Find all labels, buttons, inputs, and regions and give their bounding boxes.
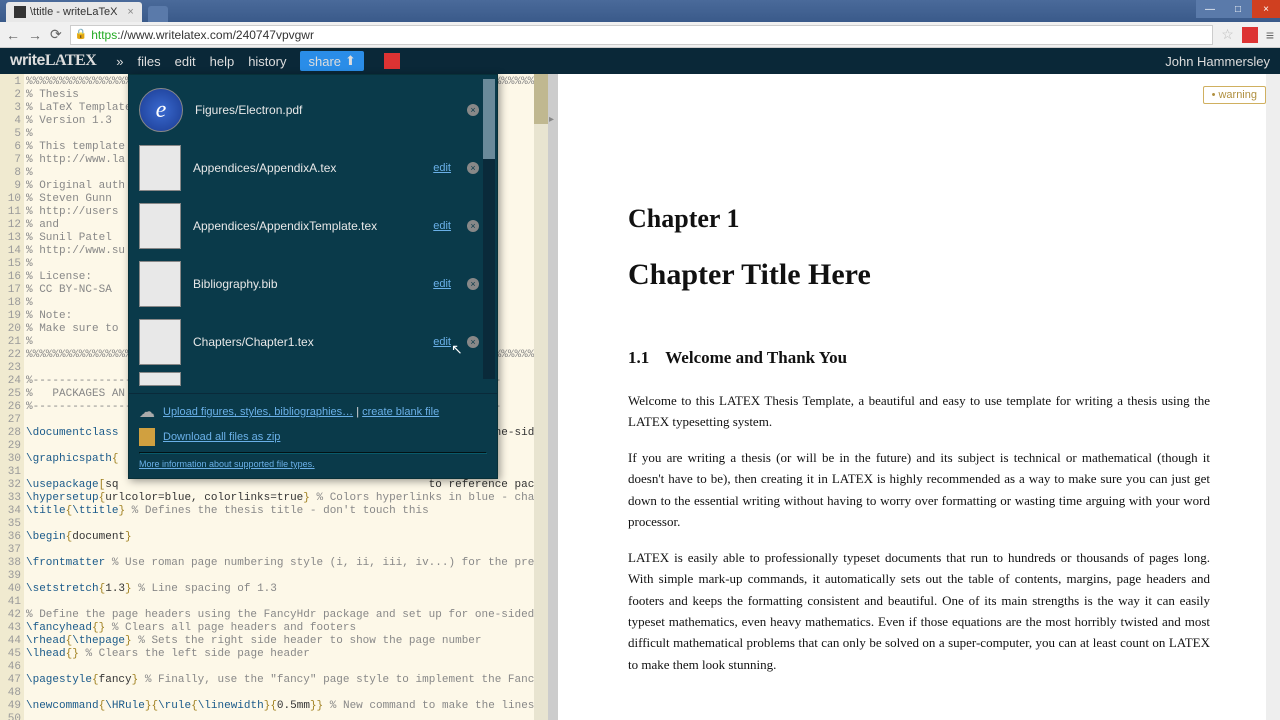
preview-scrollbar[interactable]: [1266, 74, 1280, 720]
file-row[interactable]: [139, 371, 479, 387]
body-text: Welcome to this LATEX Thesis Template, a…: [628, 390, 1210, 675]
upload-cloud-icon: ☁: [139, 402, 155, 422]
url-path: ://www.writelatex.com/240747vpvgwr: [117, 28, 314, 42]
browser-tab-strip: \ttitle - writeLaTeX × — □ ×: [0, 0, 1280, 22]
window-maximize-button[interactable]: □: [1224, 0, 1252, 18]
file-name: Bibliography.bib: [193, 277, 421, 291]
chapter-number: Chapter 1: [628, 204, 1210, 234]
document-thumb-icon: [139, 145, 181, 191]
document-thumb-icon: [139, 372, 181, 386]
bookmark-star-icon[interactable]: ☆: [1221, 26, 1234, 43]
file-name: Chapters/Chapter1.tex: [193, 335, 421, 349]
menu-history[interactable]: history: [248, 54, 286, 69]
share-arrow-icon: ⬆: [345, 53, 356, 69]
document-thumb-icon: [139, 261, 181, 307]
section-title-text: Welcome and Thank You: [665, 348, 847, 367]
upload-link[interactable]: Upload figures, styles, bibliographies…: [163, 406, 353, 418]
editor-scrollbar[interactable]: [534, 74, 548, 720]
app-header: writeLATEX » files edit help history sha…: [0, 48, 1280, 74]
logo[interactable]: writeLATEX: [10, 52, 96, 70]
url-protocol: https: [91, 28, 117, 42]
file-delete-icon[interactable]: ×: [467, 220, 479, 232]
address-bar: ← → ⟳ 🔒 https://www.writelatex.com/24074…: [0, 22, 1280, 48]
files-scrollbar[interactable]: [483, 79, 495, 379]
browser-tab[interactable]: \ttitle - writeLaTeX ×: [6, 2, 142, 22]
file-delete-icon[interactable]: ×: [467, 162, 479, 174]
file-edit-link[interactable]: edit: [433, 220, 451, 232]
back-button[interactable]: ←: [6, 27, 20, 43]
file-delete-icon[interactable]: ×: [467, 336, 479, 348]
menu-edit[interactable]: edit: [175, 54, 196, 69]
url-input[interactable]: 🔒 https://www.writelatex.com/240747vpvgw…: [70, 25, 1214, 45]
files-list: Figures/Electron.pdf×Appendices/Appendix…: [129, 75, 497, 393]
files-footer: ☁ Upload figures, styles, bibliographies…: [129, 393, 497, 478]
menu-icon[interactable]: ≡: [1266, 27, 1274, 43]
paragraph: LATEX is easily able to professionally t…: [628, 547, 1210, 676]
share-button[interactable]: share ⬆: [300, 51, 363, 71]
file-row[interactable]: Appendices/AppendixA.tex edit ×: [139, 139, 479, 197]
paragraph: Welcome to this LATEX Thesis Template, a…: [628, 390, 1210, 433]
file-delete-icon[interactable]: ×: [467, 104, 479, 116]
section-heading: 1.1 Welcome and Thank You: [628, 348, 1210, 368]
window-close-button[interactable]: ×: [1252, 0, 1280, 18]
files-panel: Figures/Electron.pdf×Appendices/Appendix…: [128, 74, 498, 479]
create-blank-link[interactable]: create blank file: [362, 406, 439, 418]
reload-button[interactable]: ⟳: [50, 26, 62, 43]
new-tab-button[interactable]: [148, 6, 168, 22]
editor-scroll-thumb[interactable]: [534, 74, 548, 124]
pane-divider[interactable]: [548, 74, 558, 720]
menu-help[interactable]: help: [210, 54, 235, 69]
warning-badge[interactable]: • warning: [1203, 86, 1266, 104]
tab-favicon: [14, 6, 26, 18]
file-name: Appendices/AppendixA.tex: [193, 161, 421, 175]
menu-chevron[interactable]: »: [116, 54, 123, 69]
file-row[interactable]: Figures/Electron.pdf ×: [139, 81, 479, 139]
preview-pane[interactable]: • warning Chapter 1 Chapter Title Here 1…: [558, 74, 1280, 720]
file-edit-link[interactable]: edit: [433, 278, 451, 290]
file-row[interactable]: Appendices/AppendixTemplate.tex edit ×: [139, 197, 479, 255]
section-number: 1.1: [628, 348, 649, 367]
file-row[interactable]: Chapters/Chapter1.tex edit ×: [139, 313, 479, 371]
file-edit-link[interactable]: edit: [433, 336, 451, 348]
document-thumb-icon: [139, 203, 181, 249]
file-name: Figures/Electron.pdf: [195, 103, 451, 117]
file-row[interactable]: Bibliography.bib edit ×: [139, 255, 479, 313]
username[interactable]: John Hammersley: [1165, 54, 1270, 69]
supported-types-link[interactable]: More information about supported file ty…: [139, 459, 315, 469]
window-minimize-button[interactable]: —: [1196, 0, 1224, 18]
file-delete-icon[interactable]: ×: [467, 278, 479, 290]
paragraph: If you are writing a thesis (or will be …: [628, 447, 1210, 533]
electron-thumb-icon: [139, 88, 183, 132]
pdf-icon[interactable]: [384, 53, 400, 69]
file-edit-link[interactable]: edit: [433, 162, 451, 174]
main-menu: » files edit help history share ⬆: [116, 51, 400, 71]
file-name: Appendices/AppendixTemplate.tex: [193, 219, 421, 233]
extension-icon[interactable]: [1242, 27, 1258, 43]
line-gutter: 1234567891011121314151617181920212223242…: [0, 74, 24, 720]
forward-button[interactable]: →: [28, 27, 42, 43]
download-zip-link[interactable]: Download all files as zip: [163, 431, 280, 443]
lock-icon: 🔒: [75, 29, 87, 40]
tab-close-icon[interactable]: ×: [127, 6, 133, 18]
files-scroll-thumb[interactable]: [483, 79, 495, 159]
menu-files[interactable]: files: [138, 54, 161, 69]
document-thumb-icon: [139, 319, 181, 365]
chapter-title: Chapter Title Here: [628, 258, 1210, 292]
tab-title: \ttitle - writeLaTeX: [30, 6, 117, 18]
zip-icon: [139, 428, 155, 446]
